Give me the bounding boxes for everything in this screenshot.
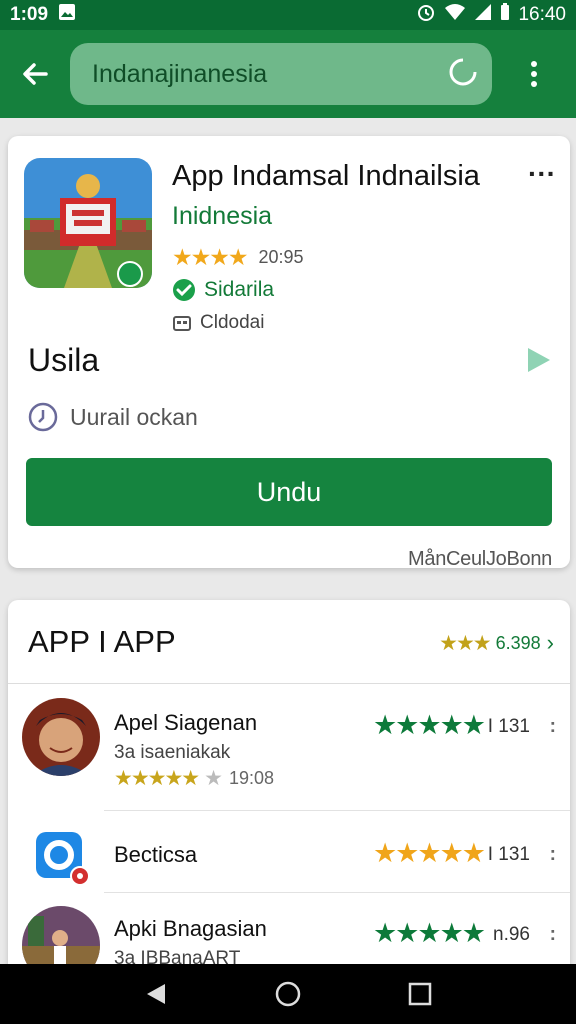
navigation-bar [0,964,576,1024]
category-info: Cldodai [172,312,264,334]
sub-rating-value: 19:08 [228,768,275,788]
overflow-menu-icon [531,61,537,87]
image-notification-icon [58,3,76,27]
nav-home-button[interactable] [258,964,318,1024]
chevron-right-icon: › [546,630,554,655]
section-title: Usila [28,342,100,378]
list-item-sub: 3a isaeniakak [114,742,231,763]
rating-value: 20:95 [258,247,304,267]
avatar [22,818,100,896]
list-item-name: Apel Siagenan [114,710,258,735]
update-label: Uurail ockan [70,403,198,430]
list-item-count: I 131 [487,844,530,865]
list-item-stars: ★★★★★ [372,838,486,868]
install-button[interactable]: Undu [26,458,552,526]
wifi-icon [444,3,466,27]
divider [104,810,570,811]
rating-stars: ★★★★ [172,244,248,270]
related-apps-card: APP I APP ★★★ 6.398 › Apel Siagenan 3a i… [8,600,570,1020]
list-title: APP I APP [28,624,176,659]
overflow-menu-button[interactable] [492,30,576,118]
avatar [22,698,100,776]
list-item-name: Apki Bnagasian [114,916,267,941]
header-rating-stars: ★★★ [439,631,492,655]
update-info: Uurail ockan [28,402,198,432]
verified-label: Sidarila [204,278,275,301]
category-label: Cldodai [200,312,265,333]
search-clear-icon[interactable] [448,57,478,92]
alarm-icon [416,2,436,28]
list-item-name: Becticsa [114,842,198,867]
list-header[interactable]: APP I APP ★★★ 6.398 › [8,600,570,684]
list-item-stars: ★★★★★ [372,710,486,740]
category-icon [173,316,191,331]
app-title: App Indamsal Indnailsia [172,160,480,192]
signal-icon [474,3,492,27]
back-button[interactable] [0,30,70,118]
sub-rating-stars: ★★★★★ [114,767,200,790]
play-icon[interactable] [526,346,552,379]
verified-badge: Sidarila [172,278,274,302]
header-rating-value: 6.398 [495,632,541,653]
nav-back-button[interactable] [126,964,186,1024]
app-bar [0,30,576,118]
list-item-sub-rating: ★★★★★ ★ 19:08 [114,766,274,791]
nav-recents-button[interactable] [390,964,450,1024]
list-item-more-icon[interactable]: : [550,716,556,738]
nav-back-icon [147,984,165,1004]
list-item[interactable]: Apel Siagenan 3a isaeniakak ★★★★★ ★ 19:08… [8,696,570,790]
clock-icon [28,402,58,432]
app-detail-card: App Indamsal Indnailsia ··· Inidnesia ★★… [8,136,570,571]
divider [104,892,570,893]
list-item-count: I 131 [487,716,530,737]
nav-recents-icon [408,982,432,1006]
status-time-left: 1:09 [10,4,49,25]
list-item-more-icon[interactable]: : [550,844,556,866]
list-item-count: n.96 [493,924,530,945]
status-time-right: 16:40 [518,4,566,25]
header-rating[interactable]: ★★★ 6.398 › [439,630,554,656]
search-box[interactable] [70,43,492,105]
sub-rating-empty-star: ★ [204,767,223,790]
verified-check-icon [173,279,195,301]
developer-link[interactable]: Inidnesia [172,202,272,231]
search-input[interactable] [92,59,448,89]
footer-link[interactable]: MånCeulJoBonn [408,548,552,571]
battery-icon [500,3,510,27]
list-item[interactable]: Becticsa ★★★★★ I 131 : [8,814,570,898]
app-rating: ★★★★ 20:95 [172,244,304,271]
status-bar: 1:09 16:40 [0,0,576,30]
nav-home-icon [275,981,301,1007]
title-more-icon[interactable]: ··· [528,158,556,190]
app-icon[interactable] [24,158,152,288]
list-item-more-icon[interactable]: : [550,924,556,946]
list-item-stars: ★★★★★ [372,918,486,948]
back-arrow-icon [23,63,48,85]
